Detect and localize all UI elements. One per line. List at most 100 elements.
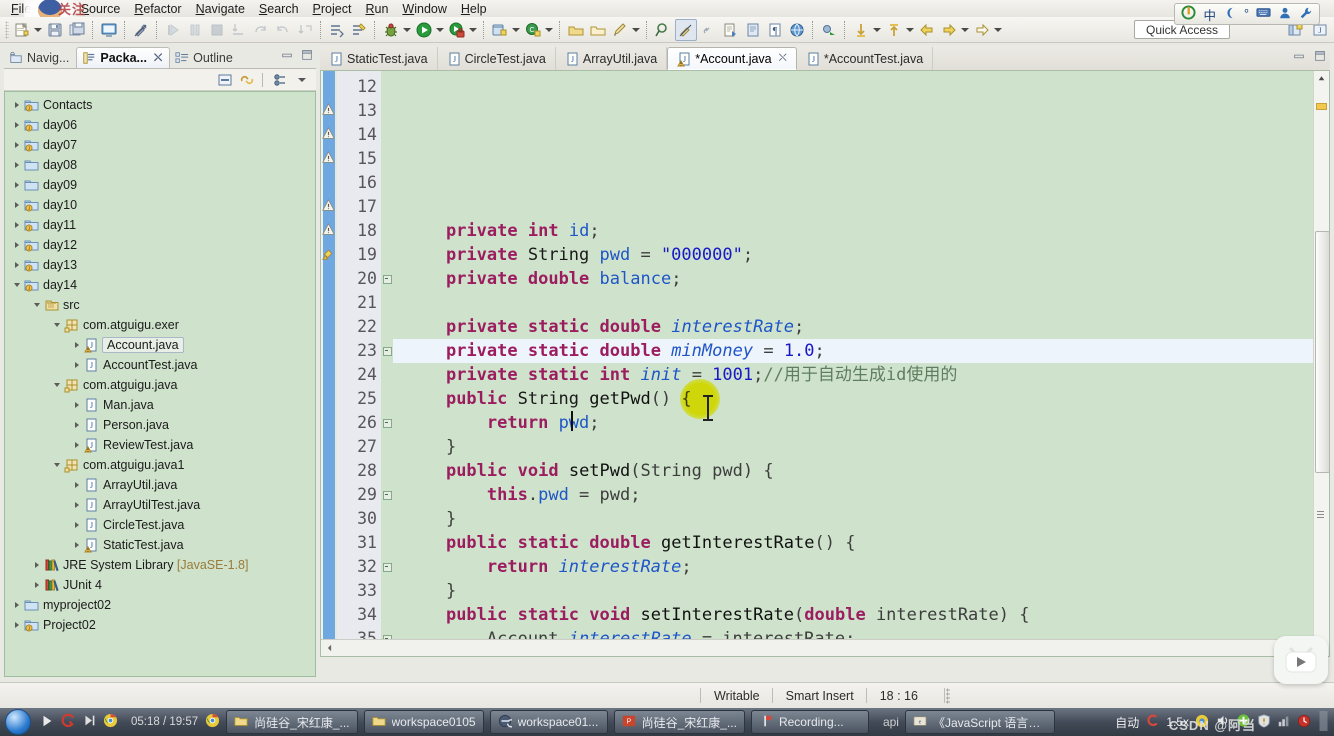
- tree-twisty-closed[interactable]: [11, 195, 23, 215]
- new-java-project-dropdown-icon[interactable]: [511, 20, 520, 40]
- sogou-icon[interactable]: [1145, 713, 1160, 731]
- open-task-icon[interactable]: [588, 20, 608, 40]
- code-line[interactable]: private int id;: [393, 219, 1329, 243]
- save-all-icon[interactable]: [67, 20, 87, 40]
- run-dropdown-icon[interactable]: [435, 20, 444, 40]
- forward-dropdown-icon[interactable]: [960, 20, 969, 40]
- tree-item[interactable]: J Contacts: [5, 95, 315, 115]
- tree-twisty-closed[interactable]: [11, 95, 23, 115]
- next-edit-icon[interactable]: [721, 20, 741, 40]
- toggle-mark-occurrences-icon[interactable]: [131, 20, 151, 40]
- ime-mode-label[interactable]: 中: [1203, 5, 1216, 24]
- open-type-icon[interactable]: [566, 20, 586, 40]
- fold-collapse-toggle[interactable]: [381, 555, 393, 579]
- tree-twisty-open[interactable]: [31, 295, 43, 315]
- warning-marker-icon[interactable]: [322, 150, 336, 165]
- debug-icon[interactable]: [381, 20, 401, 40]
- tree-twisty-closed[interactable]: [71, 495, 83, 515]
- editor-tab-statictestjava[interactable]: J StaticTest.java: [320, 47, 438, 70]
- chrome-2-icon[interactable]: [205, 713, 220, 731]
- menu-item-search[interactable]: Search: [252, 1, 306, 17]
- chevron-down-icon[interactable]: [293, 71, 310, 88]
- code-line[interactable]: }: [393, 579, 1329, 603]
- last-edit-dropdown-icon[interactable]: [905, 20, 914, 40]
- next-icon[interactable]: [83, 714, 96, 730]
- pencil-dropdown-icon[interactable]: [631, 20, 640, 40]
- tray-addon-icon[interactable]: [1236, 713, 1251, 731]
- console-icon[interactable]: [99, 20, 119, 40]
- tree-item[interactable]: Jday11: [5, 215, 315, 235]
- link-with-editor-icon[interactable]: [238, 71, 255, 88]
- tree-twisty-closed[interactable]: [71, 335, 83, 355]
- code-editor[interactable]: 12 13 14 15 16 17 18 19 20 21 22 23 24 25 26 27 28 29 30 31…: [320, 70, 1330, 657]
- tree-twisty-closed[interactable]: [11, 615, 23, 635]
- keyboard-icon[interactable]: [1256, 5, 1271, 23]
- fold-collapse-toggle[interactable]: [381, 411, 393, 435]
- code-line[interactable]: [393, 195, 1329, 219]
- new-wizard-icon[interactable]: [12, 20, 32, 40]
- tree-twisty-closed[interactable]: [71, 515, 83, 535]
- tree-twisty-open[interactable]: [51, 375, 63, 395]
- toolbar-grip[interactable]: [5, 20, 9, 39]
- fold-collapse-toggle[interactable]: [381, 267, 393, 291]
- tree-item[interactable]: JRE System Library [JavaSE-1.8]: [5, 555, 315, 575]
- show-desktop-button[interactable]: [1317, 710, 1330, 734]
- tree-twisty-closed[interactable]: [11, 235, 23, 255]
- tree-item[interactable]: com.atguigu.exer: [5, 315, 315, 335]
- debug-dropdown-icon[interactable]: [402, 20, 411, 40]
- pencil-icon[interactable]: [610, 20, 630, 40]
- code-line[interactable]: public static double getInterestRate() {: [393, 531, 1329, 555]
- start-button[interactable]: [2, 709, 34, 735]
- fold-collapse-toggle[interactable]: [381, 339, 393, 363]
- code-line[interactable]: private static double minMoney = 1.0;: [393, 339, 1329, 363]
- previous-annotation-icon[interactable]: [819, 20, 839, 40]
- new-java-class-icon[interactable]: C: [523, 20, 543, 40]
- tray-chrome-icon[interactable]: [1195, 714, 1209, 731]
- fold-collapse-toggle[interactable]: [381, 483, 393, 507]
- quickfix-marker-icon[interactable]: [322, 247, 336, 261]
- degree-label[interactable]: °: [1244, 7, 1249, 21]
- tree-item[interactable]: src: [5, 295, 315, 315]
- last-edit-location-icon[interactable]: [884, 20, 904, 40]
- code-line[interactable]: private double balance;: [393, 267, 1329, 291]
- taskbar-item[interactable]: 尚硅谷_宋红康_...: [226, 710, 358, 734]
- taskbar-item[interactable]: workspace01...: [489, 710, 608, 734]
- tree-twisty-closed[interactable]: [31, 555, 43, 575]
- warning-marker-icon[interactable]: [322, 126, 336, 141]
- vscroll-up-arrow[interactable]: [1314, 71, 1329, 86]
- tree-twisty-closed[interactable]: [11, 175, 23, 195]
- tree-item[interactable]: com.atguigu.java1: [5, 455, 315, 475]
- tree-twisty-closed[interactable]: [11, 255, 23, 275]
- tree-twisty-closed[interactable]: [71, 355, 83, 375]
- horizontal-scrollbar[interactable]: [321, 639, 1315, 656]
- menu-item-refactor[interactable]: Refactor: [127, 1, 188, 17]
- tray-shield-icon[interactable]: [1257, 713, 1271, 731]
- tree-twisty-closed[interactable]: [11, 155, 23, 175]
- code-line[interactable]: public String getPwd() {: [393, 387, 1329, 411]
- tree-item[interactable]: J Man.java: [5, 395, 315, 415]
- next-annotation-dropdown-icon[interactable]: [872, 20, 881, 40]
- vscroll-thumb[interactable]: [1315, 231, 1330, 473]
- tree-twisty-closed[interactable]: [71, 395, 83, 415]
- save-icon[interactable]: [45, 20, 65, 40]
- taskbar-item[interactable]: Recording...: [750, 710, 869, 734]
- tree-twisty-closed[interactable]: [31, 575, 43, 595]
- code-line[interactable]: private static int init = 1001;//用于自动生成i…: [393, 363, 1329, 387]
- new-java-project-icon[interactable]: [490, 20, 510, 40]
- forward-icon[interactable]: [939, 20, 959, 40]
- menu-item-help[interactable]: Help: [454, 1, 494, 17]
- moon-icon[interactable]: [1223, 6, 1237, 23]
- code-line[interactable]: private String pwd = "000000";: [393, 243, 1329, 267]
- menu-item-window[interactable]: Window: [395, 1, 453, 17]
- warning-marker-icon[interactable]: [322, 222, 336, 237]
- search-icon[interactable]: [653, 20, 673, 40]
- pilcrow-icon[interactable]: ¶: [765, 20, 785, 40]
- new-java-class-dropdown-icon[interactable]: [544, 20, 553, 40]
- project-tree[interactable]: J Contacts Jday06 Jday07 day08 day09 Jday10 Jda…: [4, 91, 316, 677]
- forward-2-dropdown-icon[interactable]: [993, 20, 1002, 40]
- tree-twisty-closed[interactable]: [71, 475, 83, 495]
- code-line[interactable]: public static void setInterestRate(doubl…: [393, 603, 1329, 627]
- taskbar-item[interactable]: P 尚硅谷_宋红康_...: [613, 710, 745, 734]
- tree-item[interactable]: Jday14: [5, 275, 315, 295]
- ime-toolbar[interactable]: 中 °: [1174, 3, 1320, 25]
